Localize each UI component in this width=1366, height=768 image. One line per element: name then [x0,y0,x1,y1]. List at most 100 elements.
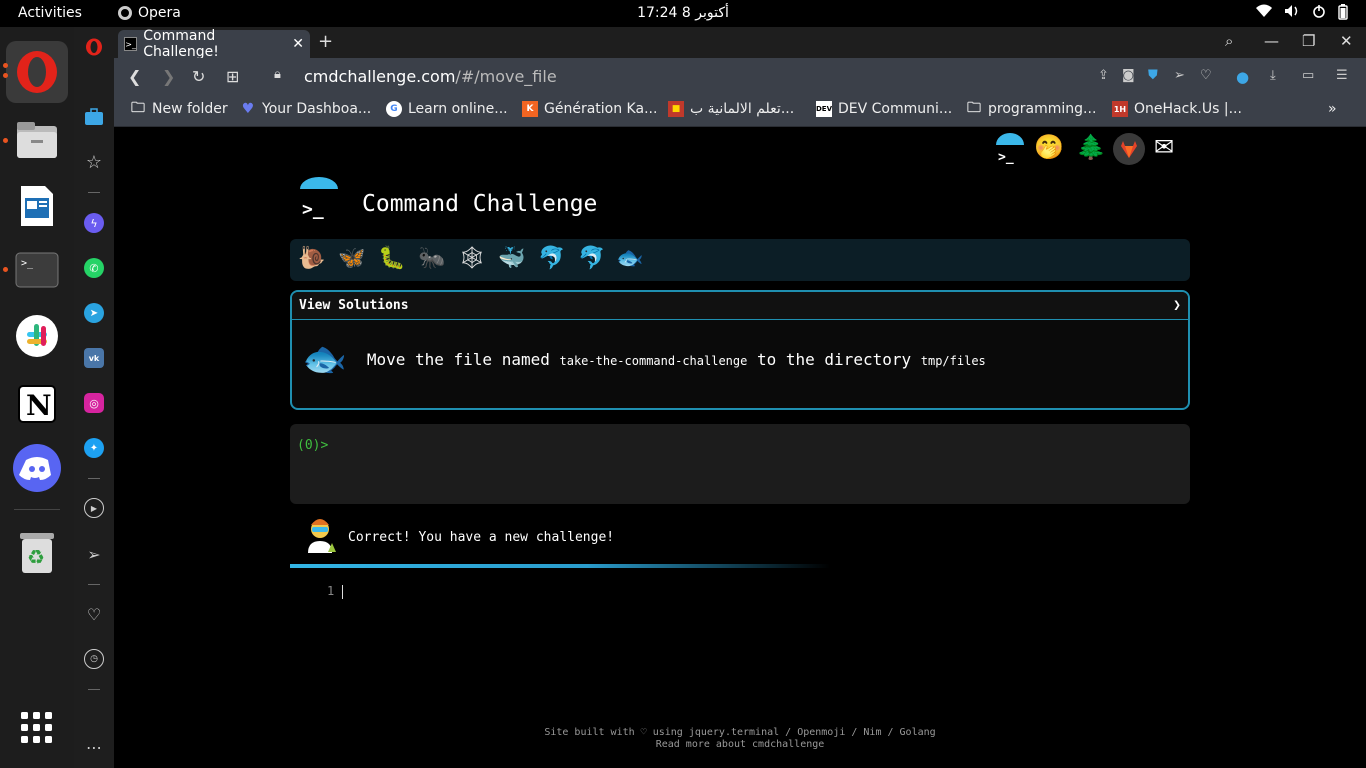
footer-credits: Site built with ♡ using jquery.terminal … [544,727,936,738]
sidebar-separator [88,478,100,479]
tab-close-icon[interactable]: ✕ [292,36,304,52]
bookmark-dashboard[interactable]: ♥ Your Dashboa... [240,101,372,117]
challenge-description: 🐟 Move the file named take-the-command-c… [302,338,986,380]
system-top-bar: Activities Opera أكتوبر 8 17:24 [0,0,1366,27]
battery-saver-icon[interactable]: ▭ [1302,68,1314,83]
level-dolphin-grey-icon[interactable]: 🐬 [578,246,605,271]
bookmark-learn-online[interactable]: G Learn online... [386,101,508,117]
heart-icon[interactable]: ♡ [84,604,104,624]
level-snail-icon[interactable]: 🐌 [298,246,325,271]
player-icon[interactable]: ▶ [84,498,104,518]
level-caterpillar-icon[interactable]: 🐛 [378,246,405,271]
telegram-icon[interactable]: ➤ [84,303,104,323]
tree-icon[interactable]: 🌲 [1076,133,1106,161]
heart-bookmark-icon[interactable]: ♡ [1200,68,1212,83]
level-whale-icon[interactable]: 🐳 [498,246,525,271]
opera-logo-icon[interactable] [84,37,104,57]
bookmark-new-folder[interactable]: 🗀 New folder [130,100,228,117]
bookmark-onehack[interactable]: 1H OneHack.Us |... [1112,101,1242,117]
url-field[interactable]: cmdchallenge.com/#/move_file [304,67,557,86]
battery-icon[interactable] [1338,4,1348,24]
vk-icon[interactable]: vk [84,348,104,368]
tab-grid-icon[interactable]: ⊞ [226,67,239,86]
face-hand-over-mouth-icon[interactable]: 🤭 [1034,133,1064,161]
new-tab-button[interactable]: + [318,31,333,52]
account-icon[interactable]: ● [1236,68,1249,86]
history-icon[interactable]: ◷ [84,649,104,669]
result-text: Correct! You have a new challenge! [348,529,615,545]
trash-dock-icon[interactable]: ♻ [6,521,68,583]
discord-dock-icon[interactable] [6,437,68,499]
more-icon[interactable]: ⋯ [84,737,104,757]
bookmarks-overflow-icon[interactable]: » [1328,101,1337,117]
minimize-icon[interactable]: — [1264,32,1279,50]
command-challenge-logo-icon: >_ [296,177,342,223]
bookmarks-bar: 🗀 New folder ♥ Your Dashboa... G Learn o… [114,96,1366,127]
terminal-input[interactable]: (0)> [290,424,1190,504]
writer-dock-icon[interactable] [6,175,68,237]
running-indicator [3,73,8,78]
level-web-icon[interactable]: 🕸 [458,246,486,271]
running-indicator [3,63,8,68]
scientist-icon [302,513,338,561]
terminal-prompt: (0)> [297,438,329,453]
url-path: /#/move_file [455,67,557,86]
send-icon[interactable]: ➢ [1174,68,1185,83]
star-icon[interactable]: ☆ [84,152,104,173]
dev-icon: DEV [816,101,832,117]
share-icon[interactable]: ⇪ [1098,68,1109,83]
back-icon[interactable]: ❮ [128,67,141,86]
mail-icon[interactable]: ✉ [1154,133,1174,161]
level-dolphin-icon[interactable]: 🐬 [538,246,565,271]
easy-setup-icon[interactable]: ☰ [1336,68,1348,83]
command-editor[interactable]: 1 [327,584,344,599]
footer-read-more-link[interactable]: Read more about cmdchallenge [440,739,1040,751]
maximize-icon[interactable]: ❐ [1302,32,1315,50]
flow-send-icon[interactable]: ➢ [84,544,104,564]
level-ant-icon[interactable]: 🐜 [418,246,445,271]
workspaces-icon[interactable] [84,107,104,127]
grid-icon [21,712,52,743]
camera-icon[interactable]: ◙ [1122,68,1135,83]
instagram-icon[interactable]: ◎ [84,393,104,413]
messenger-icon[interactable]: ϟ [84,213,104,233]
level-butterfly-icon[interactable]: 🦋 [338,246,365,271]
notion-dock-icon[interactable]: N [6,373,68,435]
search-tabs-icon[interactable]: ⌕ [1225,32,1233,50]
view-solutions-toggle[interactable]: View Solutions ❯ [292,292,1188,320]
opera-dock-icon[interactable] [6,41,68,103]
level-selector: 🐌 🦋 🐛 🐜 🕸 🐳 🐬 🐬 🐟 [290,239,1190,281]
gitlab-icon[interactable] [1113,133,1145,171]
twitter-icon[interactable]: ✦ [84,438,104,458]
running-indicator [3,138,8,143]
forward-icon[interactable]: ❯ [162,67,175,86]
wifi-icon[interactable] [1256,4,1272,24]
level-fish-icon[interactable]: 🐟 [616,246,643,271]
reload-icon[interactable]: ↻ [192,67,205,86]
vpn-shield-icon[interactable]: ⛊ [1148,68,1158,83]
bookmark-dev-community[interactable]: DEV DEV Communi... [816,101,952,117]
slack-dock-icon[interactable] [6,305,68,367]
power-icon[interactable] [1312,4,1326,24]
bookmark-programming[interactable]: 🗀 programming... [966,100,1096,117]
page-content: >_ 🤭 🌲 ✉ >_ Command Challenge 🐌 🦋 🐛 🐜 🕸 … [114,127,1366,768]
files-dock-icon[interactable] [6,109,68,171]
bookmark-label: New folder [152,101,228,117]
terminal-umbrella-icon[interactable]: >_ [994,133,1026,171]
sidebar-separator [88,584,100,585]
folder-icon: 🗀 [131,100,145,116]
downloads-icon[interactable]: ⤓ [1270,68,1276,83]
system-tray[interactable] [1256,4,1348,24]
volume-icon[interactable] [1284,4,1300,24]
task-text: Move the file named take-the-command-cha… [366,349,986,369]
bookmark-label: تعلم الالمانية ب... [690,101,795,117]
close-window-icon[interactable]: ✕ [1340,32,1353,50]
lock-icon[interactable]: 🔒︎ [274,67,281,82]
clock[interactable]: أكتوبر 8 17:24 [0,5,1366,21]
whatsapp-icon[interactable]: ✆ [84,258,104,278]
tab-command-challenge[interactable]: >_ Command Challenge! ✕ [118,28,310,60]
show-apps-button[interactable] [6,697,68,759]
terminal-dock-icon[interactable]: >_ [6,239,68,301]
bookmark-german[interactable]: ■ تعلم الالمانية ب... [668,101,794,117]
bookmark-generation-ka[interactable]: K Génération Ka... [522,101,657,117]
